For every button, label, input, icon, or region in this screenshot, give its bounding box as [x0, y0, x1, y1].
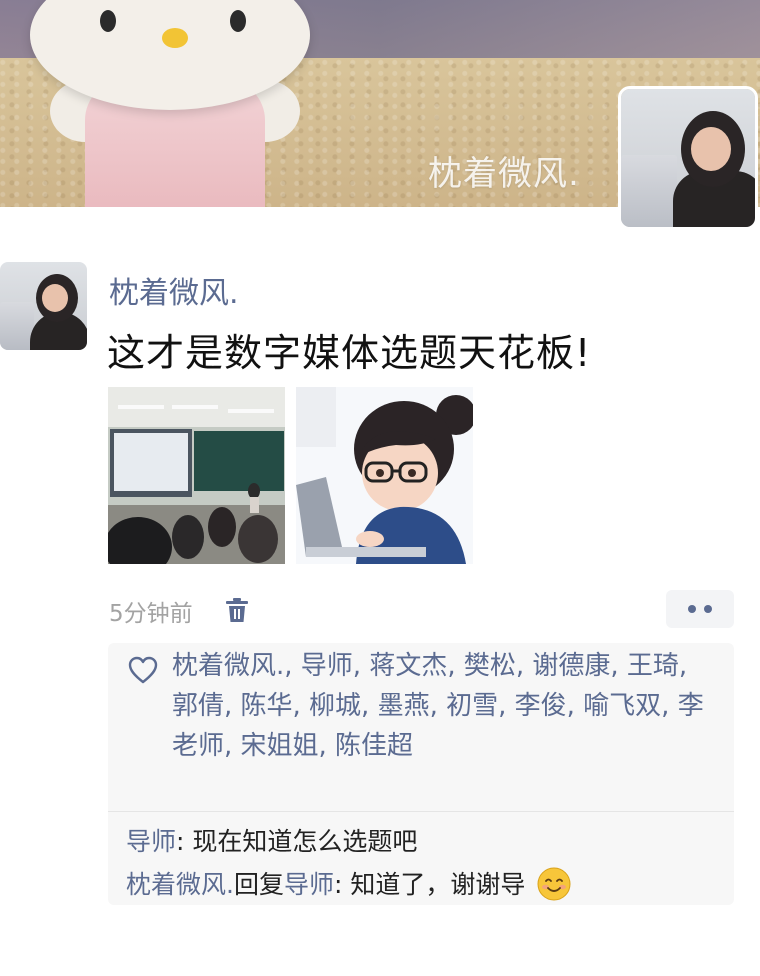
comment-item[interactable]: 枕着微风.回复导师: 知道了，谢谢导	[126, 865, 571, 901]
comment-text: : 现在知道怎么选题吧	[176, 827, 418, 856]
heart-icon[interactable]	[128, 656, 158, 684]
post-username[interactable]: 枕着微风.	[109, 268, 239, 312]
reply-target[interactable]: 导师	[284, 870, 334, 899]
trash-icon[interactable]	[224, 596, 250, 624]
likes-section: 枕着微风., 导师, 蒋文杰, 樊松, 谢德康, 王琦, 郭倩, 陈华, 柳城,…	[128, 646, 718, 766]
hello-kitty-plush	[30, 0, 310, 207]
avatar-hands	[42, 284, 68, 312]
reply-word: 回复	[233, 870, 284, 899]
post-text: 这才是数字媒体选题天花板!	[107, 331, 592, 375]
avatar-hands	[691, 127, 731, 171]
cartoon-girl-illustration	[296, 387, 473, 564]
cover-display-name: 枕着微风.	[428, 154, 580, 194]
panel-divider	[108, 811, 734, 812]
avatar-laptop	[621, 155, 677, 227]
post-photo-classroom[interactable]	[108, 387, 285, 564]
profile-avatar[interactable]	[618, 86, 758, 230]
more-dot-icon	[704, 605, 712, 613]
classroom-illustration	[108, 387, 285, 564]
comment-author[interactable]: 导师	[126, 827, 176, 856]
comment-author[interactable]: 枕着微风.	[126, 870, 234, 899]
comment-item[interactable]: 导师: 现在知道怎么选题吧	[126, 822, 417, 858]
post-time: 5分钟前	[109, 601, 193, 627]
more-dot-icon	[688, 605, 696, 613]
plush-nose	[162, 28, 188, 48]
post-author-avatar[interactable]	[0, 262, 87, 350]
liker-names[interactable]: 枕着微风., 导师, 蒋文杰, 樊松, 谢德康, 王琦, 郭倩, 陈华, 柳城,…	[172, 646, 718, 766]
smile-emoji-icon	[537, 867, 571, 901]
avatar-laptop	[0, 302, 34, 350]
more-actions-button[interactable]	[666, 590, 734, 628]
post-photo-cartoon-girl[interactable]	[296, 387, 473, 564]
plush-eye-left	[100, 10, 116, 32]
comment-text: : 知道了，谢谢导	[333, 870, 526, 899]
plush-eye-right	[230, 10, 246, 32]
